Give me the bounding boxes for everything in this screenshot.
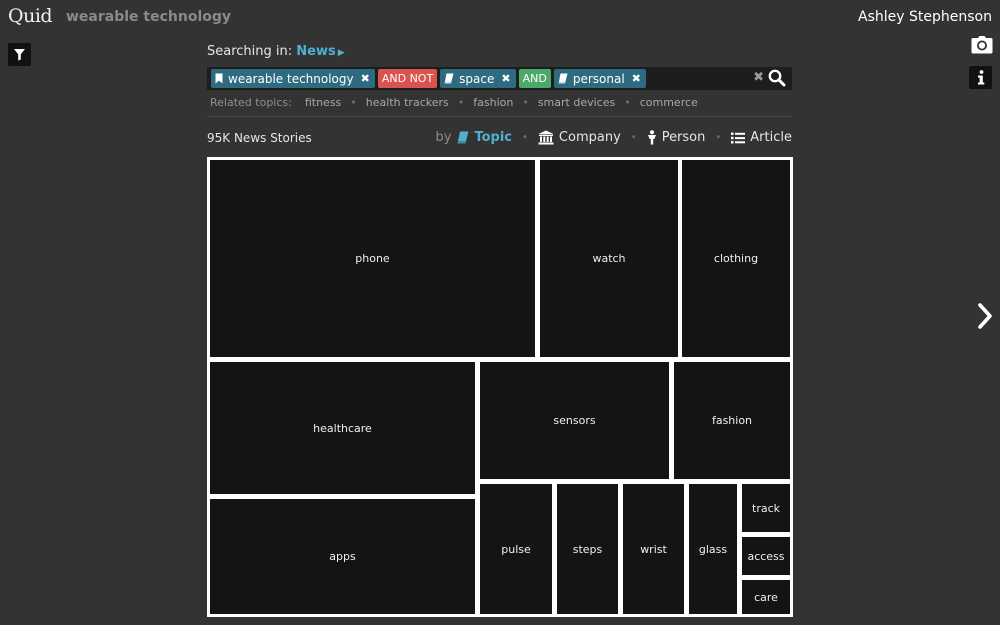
related-topic[interactable]: smart devices (538, 96, 615, 109)
treemap-cell-wrist[interactable]: wrist (623, 484, 684, 614)
related-topic[interactable]: commerce (640, 96, 698, 109)
app-title: wearable technology (66, 9, 232, 25)
filter-button[interactable] (8, 43, 31, 66)
book-icon (558, 73, 568, 84)
operator-and[interactable]: AND (518, 69, 551, 88)
treemap-cell-pulse[interactable]: pulse (480, 484, 552, 614)
group-by-topic[interactable]: Topic (457, 130, 512, 145)
treemap-cell-access[interactable]: access (742, 537, 790, 575)
divider (207, 116, 792, 117)
result-count: 95K News Stories (207, 131, 312, 145)
related-topics: Related topics: fitness • health tracker… (210, 96, 698, 109)
treemap-cell-healthcare[interactable]: healthcare (210, 362, 475, 494)
info-button[interactable] (969, 66, 992, 89)
related-topic[interactable]: fashion (473, 96, 513, 109)
treemap-cell-phone[interactable]: phone (210, 160, 535, 357)
topic-treemap: phone watch clothing healthcare sensors … (207, 157, 793, 617)
search-icon[interactable] (768, 69, 786, 87)
bookmark-icon (215, 73, 223, 84)
source-selector[interactable]: News (296, 44, 335, 59)
info-icon (977, 70, 984, 85)
caret-right-icon[interactable]: ▶ (338, 48, 345, 58)
clear-icon[interactable]: ✖ (753, 70, 764, 85)
treemap-cell-clothing[interactable]: clothing (682, 160, 790, 357)
book-icon (444, 73, 454, 84)
chip-remove-icon[interactable]: ✖ (632, 72, 641, 85)
chip-remove-icon[interactable]: ✖ (361, 72, 370, 85)
group-by-selector: by Topic • Company • Person • Article (435, 130, 792, 145)
chevron-right-icon[interactable] (976, 303, 994, 329)
user-name[interactable]: Ashley Stephenson (858, 9, 992, 25)
person-icon (647, 130, 656, 145)
search-chips: wearable technology ✖ AND NOT space ✖ AN… (211, 69, 646, 88)
chip-personal[interactable]: personal ✖ (553, 69, 646, 88)
filter-icon (14, 49, 25, 61)
treemap-cell-sensors[interactable]: sensors (480, 362, 669, 479)
chip-wearable-technology[interactable]: wearable technology ✖ (211, 69, 375, 88)
treemap-cell-apps[interactable]: apps (210, 499, 475, 614)
group-by-article[interactable]: Article (731, 130, 792, 145)
treemap-cell-track[interactable]: track (742, 484, 790, 532)
chip-remove-icon[interactable]: ✖ (501, 72, 510, 85)
group-by-company[interactable]: Company (538, 130, 621, 145)
group-by-person[interactable]: Person (647, 130, 705, 145)
list-icon (731, 132, 746, 143)
operator-and-not[interactable]: AND NOT (377, 69, 438, 88)
treemap-cell-glass[interactable]: glass (689, 484, 737, 614)
treemap-cell-fashion[interactable]: fashion (674, 362, 790, 479)
related-topic[interactable]: fitness (305, 96, 341, 109)
chip-space[interactable]: space ✖ (440, 69, 516, 88)
institution-icon (538, 130, 554, 145)
book-icon (457, 131, 469, 144)
treemap-cell-steps[interactable]: steps (557, 484, 618, 614)
treemap-cell-watch[interactable]: watch (540, 160, 678, 357)
related-topic[interactable]: health trackers (366, 96, 449, 109)
quid-logo[interactable]: Quid (8, 5, 53, 27)
search-bar[interactable]: wearable technology ✖ AND NOT space ✖ AN… (207, 67, 792, 90)
treemap-cell-care[interactable]: care (742, 580, 790, 614)
searching-in: Searching in: News ▶ (207, 44, 345, 59)
camera-icon[interactable] (971, 35, 993, 55)
